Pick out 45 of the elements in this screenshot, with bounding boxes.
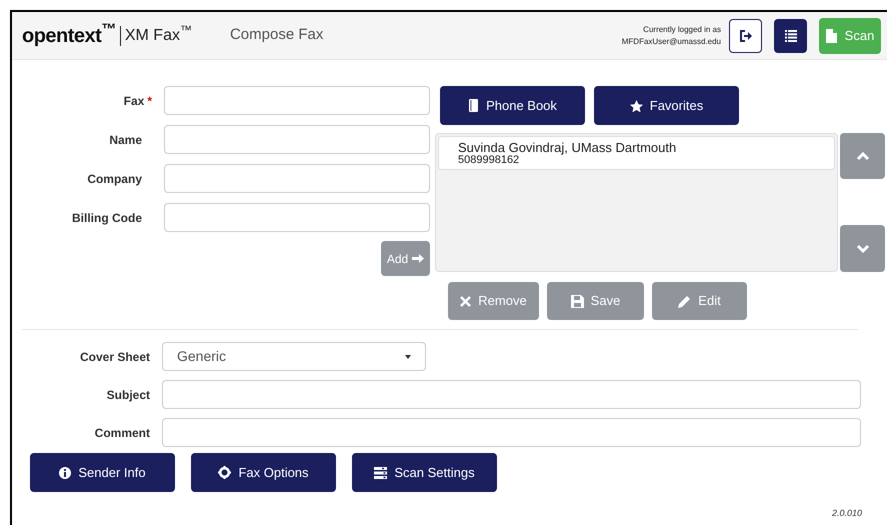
cover-sheet-select[interactable]: Generic — [162, 342, 426, 371]
star-icon — [630, 100, 643, 112]
scan-settings-button[interactable]: Scan Settings — [352, 453, 497, 492]
required-asterisk: * — [147, 92, 152, 110]
info-icon — [59, 466, 72, 478]
text-input-field[interactable] — [164, 164, 430, 193]
logout-button[interactable] — [729, 18, 762, 52]
text-input-field[interactable] — [164, 86, 430, 115]
field-label: Company — [87, 170, 142, 188]
field-label: Subject — [106, 386, 150, 404]
field-label: Fax — [124, 92, 144, 110]
gear-icon — [218, 466, 232, 479]
list-icon — [784, 30, 796, 42]
user-email: MFDFaxUser@umassd.edu — [622, 36, 721, 48]
file-icon — [826, 28, 837, 42]
field-label: Billing Code — [72, 210, 142, 226]
text-input-field[interactable] — [162, 380, 861, 409]
chevron-up-icon — [856, 152, 870, 160]
fax-options-button[interactable]: Fax Options — [191, 453, 336, 492]
pencil-icon — [678, 294, 692, 308]
x-icon — [460, 296, 472, 306]
dropdown-caret-icon — [405, 354, 411, 358]
move-down-button[interactable] — [840, 225, 885, 272]
login-label: Currently logged in as — [643, 24, 721, 36]
sliders-icon — [374, 466, 388, 478]
move-up-button[interactable] — [840, 133, 885, 179]
text-input-field[interactable] — [164, 125, 430, 154]
list-button[interactable] — [774, 18, 807, 52]
field-label: Comment — [94, 424, 150, 442]
chevron-down-icon — [856, 244, 870, 253]
field-label: Name — [109, 132, 142, 148]
recipient-item[interactable]: Suvinda Govindraj, UMass Dartmouth 5089998162 — [438, 136, 835, 170]
text-input-field[interactable] — [164, 203, 430, 232]
phone-book-button[interactable]: Phone Book — [440, 86, 585, 125]
brand-logo: opentext$^{™}$ — [22, 20, 116, 48]
logout-icon — [739, 30, 752, 42]
arrow-right-icon — [412, 253, 424, 264]
text-input-field[interactable] — [162, 418, 861, 447]
version-label: 2.0.010 — [832, 506, 862, 520]
book-icon — [468, 99, 480, 112]
page-title: Compose Fax — [230, 25, 324, 46]
product-name: XM Fax$^{™}$ — [124, 24, 192, 46]
field-label: Cover Sheet — [78, 348, 150, 366]
favorites-button[interactable]: Favorites — [594, 86, 739, 125]
sender-info-button[interactable]: Sender Info — [30, 453, 175, 492]
